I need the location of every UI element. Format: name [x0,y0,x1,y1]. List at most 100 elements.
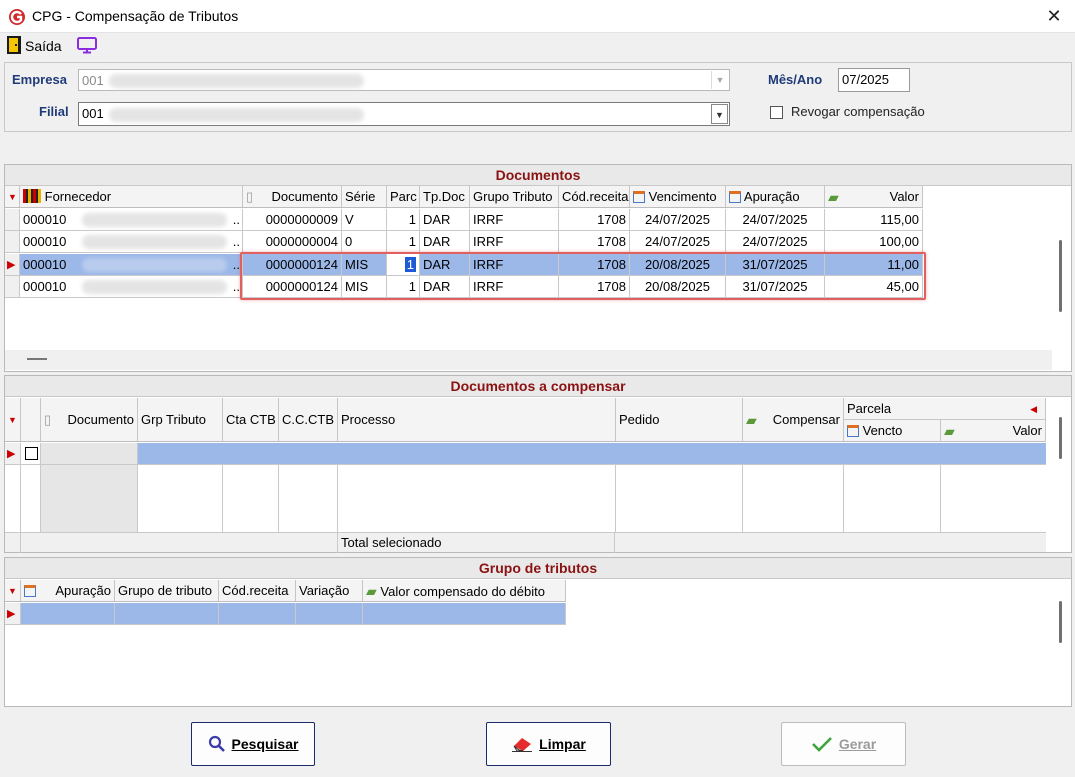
cell-tpdoc[interactable]: DAR [420,231,470,253]
cell-cod[interactable]: 1708 [559,209,630,231]
chevron-down-icon[interactable]: ▼ [711,104,728,124]
row-checkbox[interactable] [25,447,38,460]
grid-line [278,465,279,532]
vertical-scrollbar[interactable] [1059,417,1062,459]
money-icon: ▰ [366,583,377,599]
col-parc[interactable]: Parc [387,186,420,207]
col-parcela-label: Parcela [847,401,892,416]
cell-cod-receita[interactable] [219,603,296,625]
cell-vencimento[interactable]: 24/07/2025 [630,209,726,231]
revogar-checkbox[interactable] [770,106,783,119]
col-apuracao[interactable]: Apuração [21,580,115,601]
mesano-label: Mês/Ano [768,72,823,87]
calendar-icon [847,425,859,437]
col-grp-tributo[interactable]: Grp Tributo [138,398,223,441]
col-cod[interactable]: Cód.receita [559,186,630,207]
cell-parc[interactable]: 1 [387,209,420,231]
collapse-left-icon[interactable]: ◀ [1030,398,1037,419]
cell-apuracao[interactable] [21,603,115,625]
cell-fornecedor[interactable]: 000010.. [20,276,243,298]
vertical-scrollbar[interactable] [1059,601,1062,643]
compensar-footer: Total selecionado [5,532,1046,553]
col-tpdoc[interactable]: Tp.Doc [420,186,470,207]
limpar-button[interactable]: Limpar [486,722,611,766]
cell-valor[interactable]: 115,00 [825,209,923,231]
col-valor-label: Valor [1012,423,1042,438]
col-grupo-tributo[interactable]: Grupo de tributo [115,580,219,601]
col-cta-ctb[interactable]: Cta CTB [223,398,279,441]
cell-apuracao[interactable]: 24/07/2025 [726,209,825,231]
col-vencto[interactable]: Vencto [844,420,941,442]
pesquisar-button[interactable]: Pesquisar [191,722,315,766]
cell-serie[interactable]: V [342,209,387,231]
cell-apuracao[interactable]: 24/07/2025 [726,231,825,253]
saida-button[interactable]: Saída [25,38,62,54]
table-row-selected[interactable]: ▶ [5,603,566,625]
col-documento[interactable]: ▯ Documento [243,186,342,207]
col-apuracao[interactable]: Apuração [726,186,825,207]
calendar-icon [24,585,36,597]
documentos-header: ▼ Fornecedor ▯ Documento Série Parc Tp.D… [5,186,923,208]
redacted-text [82,213,227,227]
col-pedido[interactable]: Pedido [616,398,743,441]
cell-grupo-tributo[interactable] [115,603,219,625]
cell-grupo[interactable]: IRRF [470,209,559,231]
col-cod-receita[interactable]: Cód.receita [219,580,296,601]
cell-vencimento[interactable]: 24/07/2025 [630,231,726,253]
revogar-label: Revogar compensação [791,104,925,119]
mesano-input[interactable]: 07/2025 [838,68,910,92]
cell-cod[interactable]: 1708 [559,231,630,253]
col-serie[interactable]: Série [342,186,387,207]
cell-parc[interactable]: 1 [387,231,420,253]
gerar-button[interactable]: Gerar [781,722,906,766]
table-row[interactable]: 000010.. 0000000009 V 1 DAR IRRF 1708 24… [5,209,923,231]
close-icon[interactable]: ✕ [1042,4,1066,28]
cell-documento[interactable]: 0000000004 [243,231,342,253]
col-fornecedor[interactable]: Fornecedor [20,186,243,207]
col-grupo[interactable]: Grupo Tributo [470,186,559,207]
redacted-text [82,235,227,249]
redacted-text [109,74,364,88]
col-valor[interactable]: ▰ Valor [825,186,923,207]
cell-variacao[interactable] [296,603,363,625]
col-cc-ctb[interactable]: C.C.CTB [279,398,338,441]
chevron-down-icon[interactable]: ▼ [711,71,728,89]
col-fornecedor-label: Fornecedor [44,189,112,204]
col-vencimento[interactable]: Vencimento [630,186,726,207]
vertical-scrollbar[interactable] [1059,240,1062,312]
grid-line [20,465,21,532]
selected-row-fill[interactable] [138,443,1046,465]
cell-text: 000010 [23,234,67,249]
table-row[interactable]: 000010.. 0000000004 0 1 DAR IRRF 1708 24… [5,231,923,253]
filial-select[interactable]: 001 ▼ [78,102,730,126]
cell-serie[interactable]: 0 [342,231,387,253]
cell-documento[interactable] [41,443,138,465]
horizontal-scroll-thumb[interactable] [27,358,47,360]
exit-door-icon[interactable] [7,36,21,54]
table-row-selected[interactable]: ▶ [5,443,1046,465]
cell-grupo[interactable]: IRRF [470,231,559,253]
cell-valor-compensado[interactable] [363,603,566,625]
documentos-title: Documentos [5,165,1071,186]
col-parcela-group[interactable]: Parcela ◀ [844,398,1046,420]
cell-fornecedor[interactable]: 000010.. [20,231,243,253]
col-processo[interactable]: Processo [338,398,616,441]
cell-valor[interactable]: 100,00 [825,231,923,253]
col-documento[interactable]: ▯ Documento [41,398,138,441]
money-icon: ▰ [746,412,757,428]
col-variacao[interactable]: Variação [296,580,363,601]
col-valor[interactable]: ▰ Valor [941,420,1046,442]
cell-documento[interactable]: 0000000009 [243,209,342,231]
sort-indicator-icon: ▼ [5,580,21,601]
row-indicator [5,209,20,231]
cell-tpdoc[interactable]: DAR [420,209,470,231]
cell-fornecedor[interactable]: 000010.. [20,254,243,276]
col-compensar[interactable]: ▰ Compensar [743,398,844,441]
compensar-body [5,465,1046,532]
col-compensar-label: Compensar [772,412,840,427]
row-check-cell[interactable] [21,443,41,465]
col-valor-compensado[interactable]: ▰ Valor compensado do débito [363,580,566,601]
empresa-select[interactable]: 001 ▼ [78,69,730,91]
monitor-icon[interactable] [77,37,97,54]
cell-fornecedor[interactable]: 000010.. [20,209,243,231]
